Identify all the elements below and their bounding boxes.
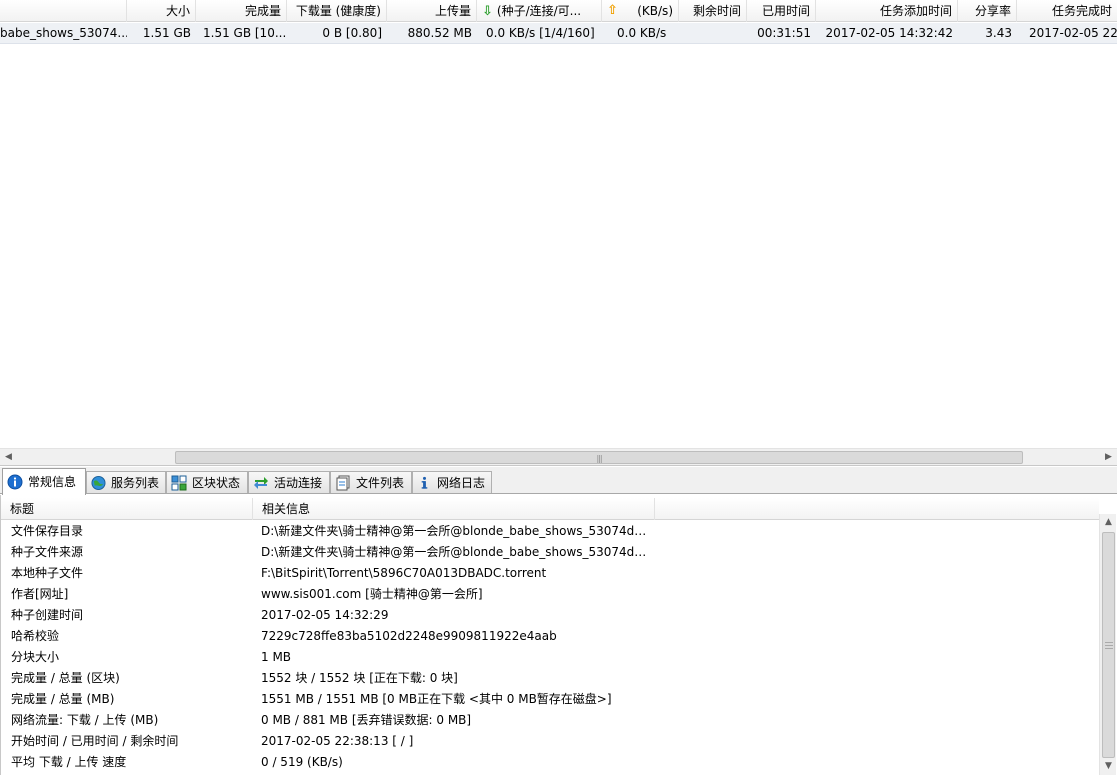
detail-row-value: www.sis001.com [骑士精神@第一会所] (261, 587, 483, 601)
col-header-size[interactable]: 大小 (127, 0, 196, 22)
detail-tab-strip: 常规信息 服务列表 区块状态 活动连接 文件列表 网络日志 (0, 467, 1117, 495)
info-icon (7, 474, 23, 490)
scroll-left-icon[interactable]: ◀ (0, 449, 17, 466)
detail-row[interactable]: 哈希校验 7229c728ffe83ba5102d2248e9909811922e… (1, 626, 1099, 647)
detail-row-label: 平均 下载 / 上传 速度 (11, 755, 127, 769)
detail-row[interactable]: 种子文件来源 D:\新建文件夹\骑士精神@第一会所@blonde_babe_sho… (1, 542, 1099, 563)
vertical-scrollbar[interactable]: ▲ ― ― ― ▼ (1099, 514, 1116, 775)
detail-row-value: 1551 MB / 1551 MB [0 MB正在下载 <其中 0 MB暂存在磁… (261, 692, 612, 706)
detail-row[interactable]: 开始时间 / 已用时间 / 剩余时间 2017-02-05 22:38:13 [ … (1, 731, 1099, 752)
task-downloaded: 0 B [0.80] (322, 26, 382, 40)
tab-general-info[interactable]: 常规信息 (2, 468, 86, 495)
detail-row-value: 0 MB / 881 MB [丢弃错误数据: 0 MB] (261, 713, 472, 727)
detail-row[interactable]: 种子创建时间 2017-02-05 14:32:29 (1, 605, 1099, 626)
detail-row[interactable]: 文件保存目录 D:\新建文件夹\骑士精神@第一会所@blonde_babe_sho… (1, 521, 1099, 542)
detail-row-value: F:\BitSpirit\Torrent\5896C70A013DBADC.to… (261, 566, 547, 580)
detail-row-label: 种子创建时间 (11, 608, 84, 622)
tab-active-connections[interactable]: 活动连接 (248, 471, 330, 493)
connections-icon (254, 476, 268, 489)
detail-row-value: 7229c728ffe83ba5102d2248e9909811922e4aab (261, 629, 557, 643)
detail-row-value: D:\新建文件夹\骑士精神@第一会所@blonde_babe_shows_530… (261, 524, 651, 538)
detail-row-label: 完成量 / 总量 (区块) (11, 671, 120, 685)
task-peers: 0.0 KB/s [1/4/160] (486, 26, 595, 40)
globe-icon (91, 475, 106, 490)
detail-row-label: 网络流量: 下载 / 上传 (MB) (11, 713, 159, 727)
tab-service-list[interactable]: 服务列表 (86, 471, 166, 493)
blocks-icon (171, 475, 187, 490)
detail-row-label: 哈希校验 (11, 629, 60, 643)
detail-row[interactable]: 本地种子文件 F:\BitSpirit\Torrent\5896C70A013DB… (1, 563, 1099, 584)
detail-row-value: 2017-02-05 14:32:29 (261, 608, 389, 622)
download-arrow-icon: ⇩ (482, 4, 493, 19)
detail-row-label: 作者[网址] (11, 587, 69, 601)
detail-col-title[interactable]: 标题 (1, 498, 253, 520)
detail-header: 标题 相关信息 (1, 498, 1099, 520)
detail-row[interactable]: 网络流量: 下载 / 上传 (MB) 0 MB / 881 MB [丢弃错误数据:… (1, 710, 1099, 731)
detail-row-value: 0 / 519 (KB/s) (261, 755, 343, 769)
general-info-panel: 标题 相关信息 文件保存目录 D:\新建文件夹\骑士精神@第一会所@blonde_… (0, 495, 1117, 775)
tab-network-log[interactable]: 网络日志 (412, 471, 492, 493)
task-uploaded: 880.52 MB (407, 26, 472, 40)
task-upload-speed: 0.0 KB/s (617, 26, 667, 40)
col-header-downloaded[interactable]: 下载量 (健康度) (287, 0, 387, 22)
upload-arrow-icon: ⇧ (607, 3, 618, 18)
scroll-down-icon[interactable]: ▼ (1100, 758, 1117, 775)
grip-icon: ― ― ― (1105, 637, 1113, 653)
scroll-up-icon[interactable]: ▲ (1100, 514, 1117, 531)
grip-icon: ||| (596, 454, 602, 463)
col-header-upload-speed[interactable]: ⇧ (KB/s) (602, 0, 679, 22)
tab-block-status[interactable]: 区块状态 (166, 471, 248, 493)
task-row[interactable]: babe_shows_53074... 1.51 GB 1.51 GB [10.… (0, 23, 1117, 44)
detail-row-label: 本地种子文件 (11, 566, 84, 580)
task-elapsed: 00:31:51 (757, 26, 811, 40)
col-header-peers[interactable]: ⇩ (种子/连接/可... (477, 0, 602, 22)
col-header-completed[interactable]: 完成量 (196, 0, 287, 22)
tab-file-list[interactable]: 文件列表 (330, 471, 412, 493)
task-size: 1.51 GB (142, 26, 191, 40)
scroll-right-icon[interactable]: ▶ (1100, 449, 1117, 466)
col-header-elapsed[interactable]: 已用时间 (747, 0, 816, 22)
detail-col-info[interactable]: 相关信息 (253, 498, 655, 520)
detail-row-value: 1 MB (261, 650, 292, 664)
col-header-finished[interactable]: 任务完成时 (1017, 0, 1117, 22)
detail-row-label: 分块大小 (11, 650, 60, 664)
task-added: 2017-02-05 14:32:42 (825, 26, 953, 40)
detail-row-label: 种子文件来源 (11, 545, 84, 559)
log-icon (421, 476, 428, 489)
horizontal-scroll-thumb[interactable]: ||| (175, 451, 1023, 464)
detail-row[interactable]: 作者[网址] www.sis001.com [骑士精神@第一会所] (1, 584, 1099, 605)
horizontal-scrollbar[interactable]: ◀ ||| ▶ (0, 448, 1117, 465)
vertical-scroll-thumb[interactable]: ― ― ― (1102, 532, 1115, 758)
detail-row[interactable]: 分块大小 1 MB (1, 647, 1099, 668)
detail-row-value: 1552 块 / 1552 块 [正在下载: 0 块] (261, 671, 458, 685)
detail-row-label: 文件保存目录 (11, 524, 84, 538)
detail-row-label: 开始时间 / 已用时间 / 剩余时间 (11, 734, 179, 748)
detail-row[interactable]: 完成量 / 总量 (MB) 1551 MB / 1551 MB [0 MB正在下载… (1, 689, 1099, 710)
files-icon (336, 475, 350, 490)
task-completed: 1.51 GB [10... (203, 26, 287, 40)
detail-row[interactable]: 完成量 / 总量 (区块) 1552 块 / 1552 块 [正在下载: 0 块] (1, 668, 1099, 689)
task-finished: 2017-02-05 22: (1029, 26, 1117, 40)
task-list-pane: 大小 完成量 下载量 (健康度) 上传量 ⇩ (种子/连接/可... ⇧ (KB/s… (0, 0, 1117, 466)
task-ratio: 3.43 (985, 26, 1012, 40)
col-header-added[interactable]: 任务添加时间 (816, 0, 958, 22)
col-header-ratio[interactable]: 分享率 (958, 0, 1017, 22)
task-list-header: 大小 完成量 下载量 (健康度) 上传量 ⇩ (种子/连接/可... ⇧ (KB/s… (0, 0, 1117, 22)
task-remaining (679, 23, 747, 44)
detail-row-value: D:\新建文件夹\骑士精神@第一会所@blonde_babe_shows_530… (261, 545, 651, 559)
col-header-remaining[interactable]: 剩余时间 (679, 0, 747, 22)
col-header-name[interactable] (0, 0, 127, 22)
col-header-uploaded[interactable]: 上传量 (387, 0, 477, 22)
detail-row-value: 2017-02-05 22:38:13 [ / ] (261, 734, 414, 748)
detail-row-label: 完成量 / 总量 (MB) (11, 692, 115, 706)
detail-row[interactable]: 平均 下载 / 上传 速度 0 / 519 (KB/s) (1, 752, 1099, 773)
task-name: babe_shows_53074... (0, 26, 127, 40)
